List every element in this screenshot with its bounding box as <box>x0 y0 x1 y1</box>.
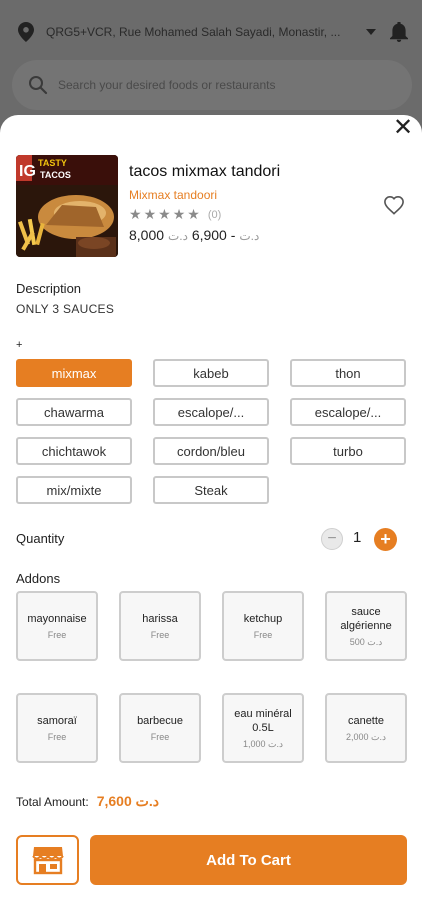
addon-name: mayonnaise <box>27 613 87 625</box>
total-value: 7,600 د.ت <box>96 793 159 809</box>
restaurant-name[interactable]: Mixmax tandoori <box>129 188 217 202</box>
chevron-down-icon[interactable] <box>366 29 376 35</box>
store-icon <box>31 847 64 875</box>
option-chip[interactable]: Steak <box>153 476 269 504</box>
price-min: 6,900 <box>191 227 227 243</box>
svg-text:TASTY: TASTY <box>38 158 67 168</box>
addon-price: Free <box>150 630 170 640</box>
addon-card[interactable]: barbecue Free <box>119 693 201 763</box>
addon-price: Free <box>47 630 67 640</box>
addon-name: canette <box>347 714 385 727</box>
star-icon: ★ <box>129 206 142 222</box>
addon-card[interactable]: sauce algérienne 500 د.ت <box>325 591 407 661</box>
product-bottom-sheet: ✕ IG TASTY TACOS tacos mixmax tandori Mi… <box>0 115 422 900</box>
addons-grid: mayonnaise Free harissa Free ketchup Free sauc… <box>16 591 408 763</box>
total-amount: Total Amount: 7,600 د.ت <box>16 793 159 810</box>
addon-price: 500 د.ت <box>349 636 383 647</box>
background-app-header: QRG5+VCR, Rue Mohamed Salah Sayadi, Mona… <box>0 0 422 130</box>
quantity-increase-button[interactable]: + <box>374 528 397 551</box>
total-label: Total Amount: <box>16 795 89 809</box>
option-chip[interactable]: thon <box>290 359 406 387</box>
search-bar[interactable]: Search your desired foods or restaurants <box>12 60 412 110</box>
star-icon: ★ <box>187 206 200 222</box>
rating-count: (0) <box>207 208 222 221</box>
option-chip[interactable]: mixmax <box>16 359 132 387</box>
search-placeholder: Search your desired foods or restaurants <box>58 78 276 92</box>
addon-price: Free <box>150 732 170 742</box>
options-grid: mixmax kabeb thon chawarma escalope/... escal… <box>16 359 408 504</box>
quantity-decrease-button[interactable]: − <box>321 528 343 550</box>
addon-card[interactable]: mayonnaise Free <box>16 591 98 661</box>
quantity-value: 1 <box>353 529 362 546</box>
store-button[interactable] <box>16 835 79 885</box>
addon-card[interactable]: eau minéral 0.5L 1,000 د.ت <box>222 693 304 763</box>
description-text: ONLY 3 SAUCES <box>16 302 115 316</box>
svg-text:IG: IG <box>19 163 36 180</box>
product-photo: IG TASTY TACOS <box>16 155 118 257</box>
currency: د.ت <box>239 229 260 243</box>
options-label: + <box>16 339 23 351</box>
price-range: 8,000 د.ت - 6,900 د.ت <box>129 227 260 243</box>
location-text: QRG5+VCR, Rue Mohamed Salah Sayadi, Mona… <box>46 25 341 39</box>
addon-card[interactable]: ketchup Free <box>222 591 304 661</box>
option-chip[interactable]: chawarma <box>16 398 132 426</box>
option-chip[interactable]: mix/mixte <box>16 476 132 504</box>
star-icon: ★ <box>158 206 171 222</box>
addon-price: 2,000 د.ت <box>345 731 386 742</box>
option-chip[interactable]: escalope/... <box>290 398 406 426</box>
addon-name: harissa <box>142 613 178 625</box>
option-chip[interactable]: chichtawok <box>16 437 132 465</box>
bell-icon[interactable] <box>390 22 408 42</box>
rating-stars: ★ ★ ★ ★ ★ (0) <box>129 206 221 223</box>
product-name: tacos mixmax tandori <box>129 163 281 180</box>
option-chip[interactable]: escalope/... <box>153 398 269 426</box>
addon-price: Free <box>253 630 273 640</box>
addon-card[interactable]: canette 2,000 د.ت <box>325 693 407 763</box>
close-icon[interactable]: ✕ <box>392 116 414 140</box>
location-pin-icon <box>18 22 34 42</box>
quantity-label: Quantity <box>16 531 65 546</box>
addon-name: samoraï <box>37 715 77 727</box>
addon-card[interactable]: samoraï Free <box>16 693 98 763</box>
addons-label: Addons <box>16 571 61 586</box>
addon-card[interactable]: harissa Free <box>119 591 201 661</box>
addon-name: sauce algérienne <box>340 605 392 632</box>
option-chip[interactable]: cordon/bleu <box>153 437 269 465</box>
star-icon: ★ <box>172 206 186 222</box>
addon-price: Free <box>47 732 67 742</box>
option-chip[interactable]: kabeb <box>153 359 269 387</box>
addon-name: ketchup <box>243 613 283 625</box>
addon-name: eau minéral 0.5L <box>234 707 292 734</box>
product-image: IG TASTY TACOS <box>16 155 118 257</box>
location-bar[interactable]: QRG5+VCR, Rue Mohamed Salah Sayadi, Mona… <box>18 20 408 44</box>
currency: د.ت <box>167 229 188 243</box>
star-icon: ★ <box>143 206 157 222</box>
price-max: 8,000 <box>129 227 165 243</box>
option-chip[interactable]: turbo <box>290 437 406 465</box>
heart-icon[interactable] <box>383 195 405 215</box>
search-icon <box>29 76 48 95</box>
svg-text:TACOS: TACOS <box>40 170 71 180</box>
description-label: Description <box>16 281 82 296</box>
addon-price: 1,000 د.ت <box>242 738 283 749</box>
addon-name: barbecue <box>137 715 183 727</box>
add-to-cart-button[interactable]: Add To Cart <box>90 835 407 885</box>
